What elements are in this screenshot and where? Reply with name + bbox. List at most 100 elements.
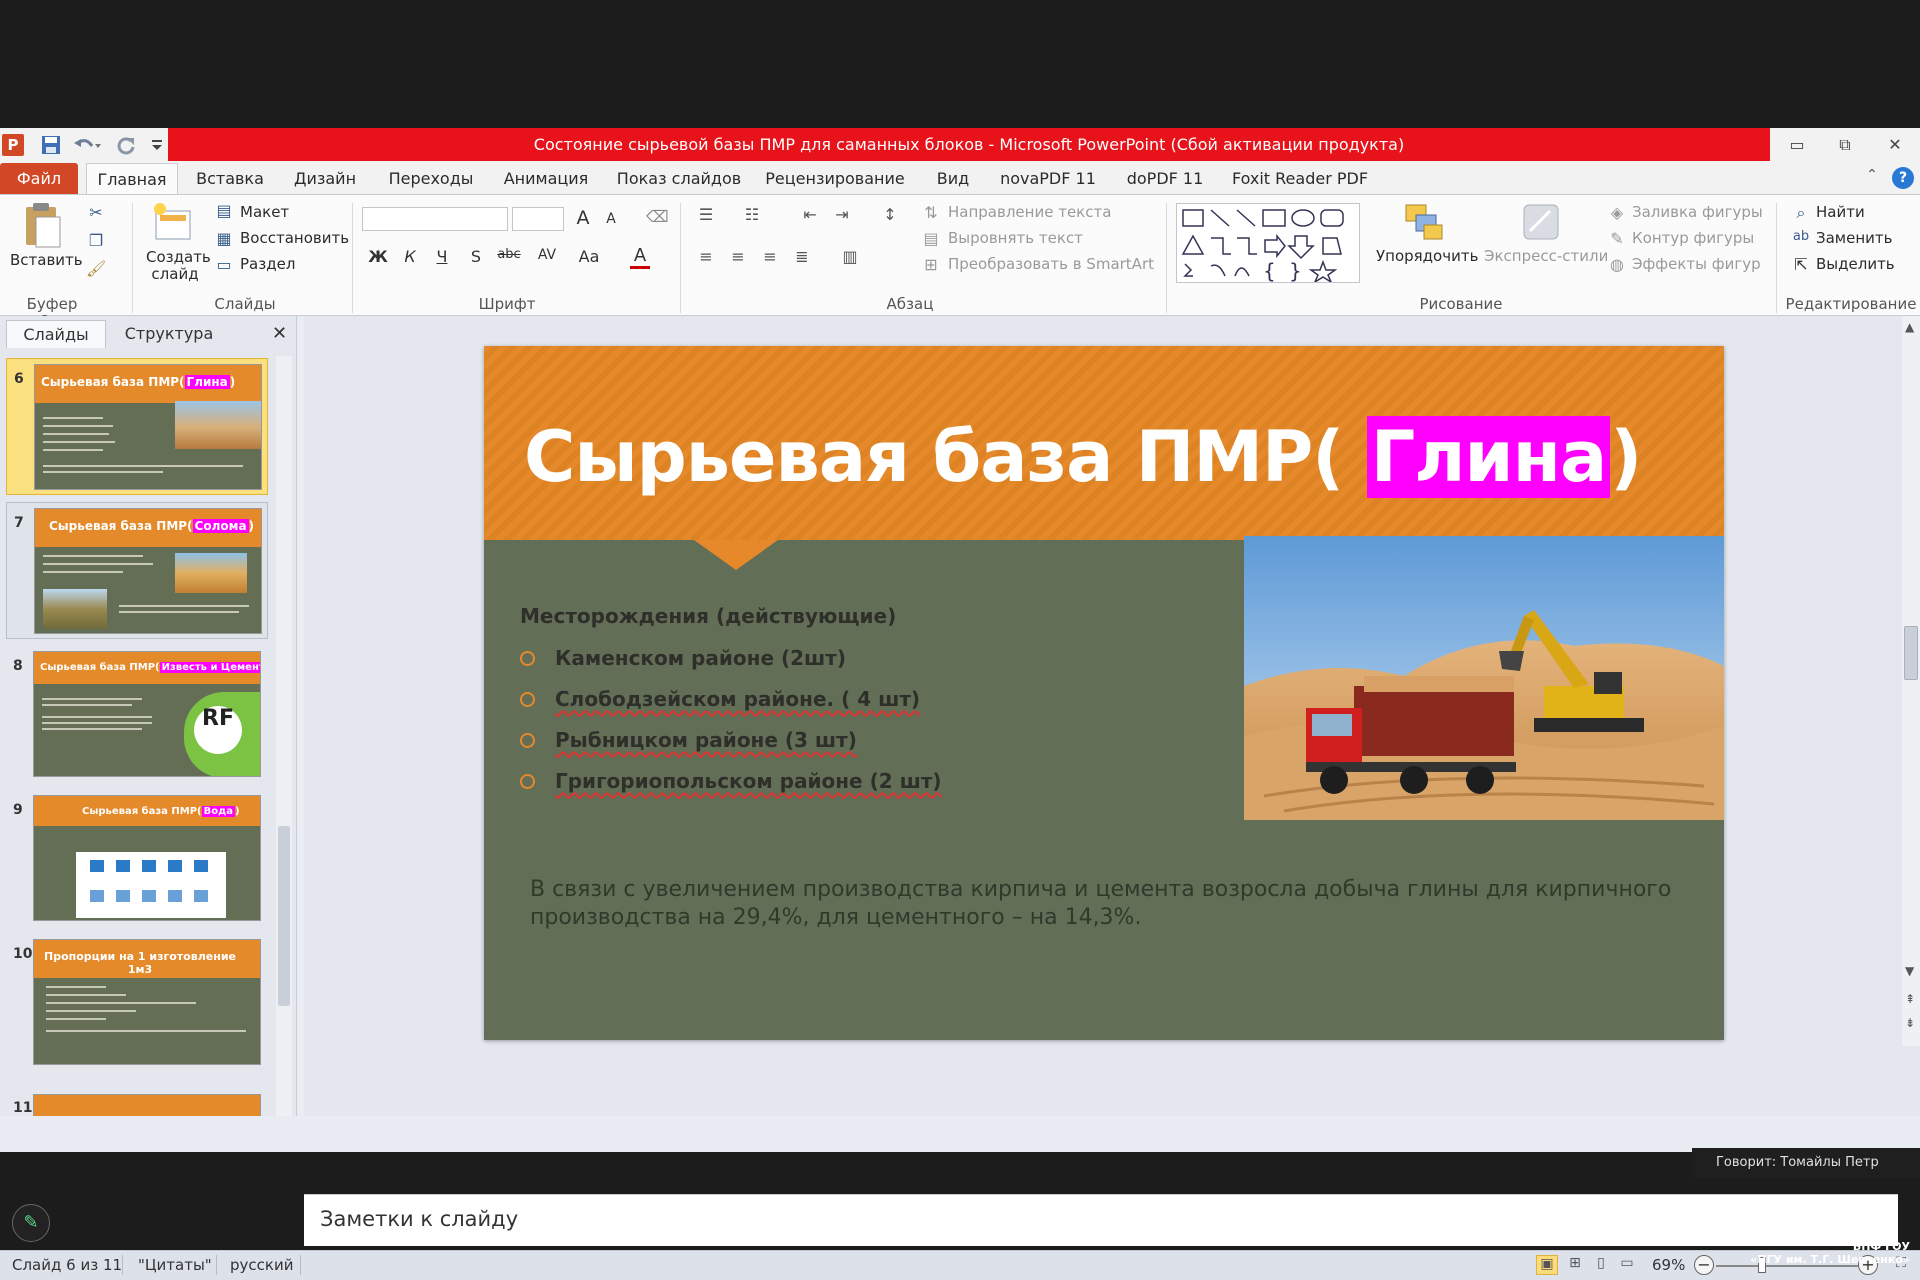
tab-transitions[interactable]: Переходы [384,163,478,194]
arrange-icon[interactable] [1402,201,1446,243]
reset-button[interactable]: Восстановить [240,229,349,247]
tab-review[interactable]: Рецензирование [760,163,910,194]
align-right-icon[interactable]: ≡ [758,247,782,266]
slide-canvas[interactable]: Сырьевая база ПМР( Глина) Месторождения … [484,346,1724,1040]
align-text-button[interactable]: Выровнять текст [948,229,1083,247]
tab-foxit[interactable]: Foxit Reader PDF [1230,163,1370,194]
slide-thumbnail-7[interactable]: 7 Сырьевая база ПМР(Солома) [6,502,268,639]
previous-slide-icon[interactable]: ⇞ [1905,992,1915,1006]
next-slide-icon[interactable]: ⇟ [1905,1016,1915,1030]
paste-icon[interactable] [22,201,62,249]
save-icon[interactable] [40,134,62,156]
slide-scrollbar[interactable]: ▲ ▼ ⇞ ⇟ [1902,316,1920,1046]
section-button[interactable]: Раздел [240,255,295,273]
slide-thumbnail-11[interactable]: 11 [6,1082,268,1116]
bold-button[interactable]: Ж [368,247,388,266]
slide-thumbnail-6[interactable]: 6 Сырьевая база ПМР(Глина) [6,358,268,495]
quick-styles-button[interactable]: Экспресс-стили [1484,247,1608,265]
collapse-ribbon-icon[interactable]: ⌃ [1862,167,1882,187]
columns-icon[interactable]: ▥ [838,247,862,266]
numbering-icon[interactable]: ☷ [740,205,764,224]
restore-button[interactable]: ⧉ [1822,128,1868,161]
shape-outline-button[interactable]: Контур фигуры [1632,229,1754,247]
powerpoint-app-icon[interactable]: P [2,134,24,156]
bullets-icon[interactable]: ☰ [694,205,718,224]
paste-button[interactable]: Вставить [10,251,83,269]
slide-thumbnail-9[interactable]: 9 Сырьевая база ПМР(Вода) [6,790,268,927]
theme-name[interactable]: "Цитаты" [138,1256,212,1274]
change-case-button[interactable]: Aa [574,247,604,266]
annotation-pen-icon[interactable]: ✎ [12,1204,50,1242]
increase-indent-icon[interactable]: ⇥ [830,205,854,224]
slideshow-view-icon[interactable]: ▭ [1616,1255,1638,1275]
undo-icon[interactable] [72,134,102,156]
shape-effects-button[interactable]: Эффекты фигур [1632,255,1761,273]
zoom-level[interactable]: 69% [1652,1256,1685,1274]
shrink-font-icon[interactable]: A [600,211,622,227]
zoom-out-button[interactable]: − [1694,1255,1714,1275]
quick-styles-icon[interactable] [1520,201,1562,243]
group-separator [1776,203,1777,313]
tab-outline[interactable]: Структура [112,320,226,348]
grow-font-icon[interactable]: A [572,207,594,229]
shadow-button[interactable]: S [466,247,486,266]
scrollbar-thumb[interactable] [278,826,290,1006]
scroll-up-icon[interactable]: ▲ [1905,320,1914,334]
help-icon[interactable]: ? [1892,167,1914,189]
tab-slideshow[interactable]: Показ слайдов [614,163,744,194]
customize-quick-access-icon[interactable] [150,134,164,156]
font-name-combo[interactable] [362,207,508,231]
arrange-button[interactable]: Упорядочить [1376,247,1478,265]
tab-design[interactable]: Дизайн [286,163,364,194]
align-center-icon[interactable]: ≡ [726,247,750,266]
strikethrough-button[interactable]: abc [494,247,524,262]
tab-insert[interactable]: Вставка [192,163,268,194]
replace-button[interactable]: Заменить [1816,229,1893,247]
find-button[interactable]: Найти [1816,203,1865,221]
tab-view[interactable]: Вид [928,163,978,194]
scroll-down-icon[interactable]: ▼ [1905,964,1914,978]
underline-button[interactable]: Ч [432,247,452,266]
tab-dopdf[interactable]: doPDF 11 [1120,163,1210,194]
decrease-indent-icon[interactable]: ⇤ [798,205,822,224]
format-painter-icon[interactable]: 🖌 [86,259,106,278]
close-button[interactable]: ✕ [1872,128,1918,161]
tab-animations[interactable]: Анимация [496,163,596,194]
tab-novapdf[interactable]: novaPDF 11 [996,163,1100,194]
cut-icon[interactable]: ✂ [86,203,106,222]
text-direction-button[interactable]: Направление текста [948,203,1111,221]
slide-thumbnail-10[interactable]: 10 Пропорции на 1 изготовление 1м3 [6,934,268,1071]
new-slide-icon[interactable] [150,201,194,245]
scrollbar-thumb[interactable] [1904,626,1918,680]
font-size-combo[interactable] [512,207,564,231]
line-spacing-icon[interactable]: ↕ [878,205,902,224]
new-slide-button[interactable]: Создать слайд [146,249,211,283]
notes-pane[interactable]: Заметки к слайду [304,1194,1898,1246]
tab-slides[interactable]: Слайды [6,320,106,348]
convert-smartart-button[interactable]: Преобразовать в SmartArt [948,255,1154,273]
quarry-photo[interactable] [1244,536,1724,820]
layout-button[interactable]: Макет [240,203,289,221]
tab-file[interactable]: Файл [0,163,78,194]
redo-icon[interactable] [115,134,137,156]
italic-button[interactable]: К [400,247,420,266]
reading-view-icon[interactable]: ▯ [1590,1255,1612,1275]
slides-pane-scrollbar[interactable] [276,356,292,1116]
select-button[interactable]: Выделить [1816,255,1895,273]
minimize-button[interactable]: ▭ [1774,128,1820,161]
clear-format-icon[interactable]: ⌫ [646,207,669,226]
language-indicator[interactable]: русский [230,1256,293,1274]
slide-sorter-view-icon[interactable]: ⊞ [1564,1255,1586,1275]
justify-icon[interactable]: ≣ [790,247,814,266]
tab-home[interactable]: Главная [86,163,178,194]
normal-view-icon[interactable]: ▣ [1536,1255,1558,1275]
copy-icon[interactable]: ❐ [86,231,106,250]
slide-title[interactable]: Сырьевая база ПМР( Глина) [524,416,1642,498]
shape-fill-button[interactable]: Заливка фигуры [1632,203,1763,221]
close-pane-icon[interactable]: ✕ [272,323,287,344]
slide-thumbnail-8[interactable]: 8 Сырьевая база ПМР(Известь и Цемент) RF [6,646,268,783]
char-spacing-button[interactable]: AV [532,247,562,263]
font-color-button[interactable]: A [630,245,650,269]
shapes-gallery[interactable]: { } [1176,203,1360,284]
align-left-icon[interactable]: ≡ [694,247,718,266]
